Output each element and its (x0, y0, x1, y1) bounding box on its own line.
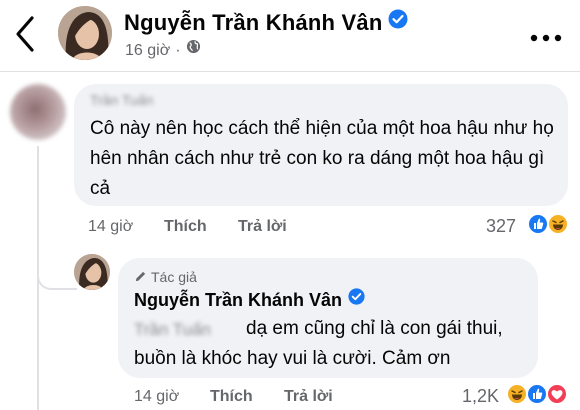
reply-author-avatar[interactable] (74, 254, 110, 290)
verified-badge-icon (388, 9, 408, 35)
separator-dot: · (175, 42, 181, 60)
like-reaction-icon[interactable] (527, 213, 549, 235)
comment-text: Cô này nên học cách thể hiện của một hoa… (90, 118, 554, 199)
reaction-count[interactable]: 327 (486, 216, 516, 237)
more-options-button[interactable] (530, 30, 562, 42)
avatar-photo (74, 254, 110, 290)
profile-avatar[interactable] (58, 6, 112, 60)
love-reaction-icon[interactable] (546, 383, 568, 405)
post-header: Nguyễn Trần Khánh Vân 16 giờ · (0, 0, 580, 72)
haha-reaction-icon[interactable] (547, 213, 569, 235)
verified-badge-icon (348, 288, 365, 310)
reply-actions: 14 giờ Thích Trả lời (134, 388, 333, 406)
comment-bubble: Trần Tuấn Cô này nên học cách thể hiện c… (74, 84, 568, 206)
reply-author-name[interactable]: Nguyễn Trần Khánh Vân (134, 288, 365, 312)
commenter-name-blurred[interactable]: Trần Tuấn (90, 92, 153, 108)
post-time[interactable]: 16 giờ (125, 42, 170, 59)
reply-author-label[interactable]: Nguyễn Trần Khánh Vân (134, 290, 342, 310)
page-title[interactable]: Nguyễn Trần Khánh Vân (124, 9, 408, 37)
thread-connector (37, 250, 77, 290)
author-badge-label: Tác giả (151, 269, 197, 285)
author-badge: Tác giả (134, 269, 197, 285)
like-button[interactable]: Thích (210, 388, 284, 406)
back-button[interactable] (12, 14, 40, 54)
like-button[interactable]: Thích (164, 218, 238, 236)
reply-button[interactable]: Trả lời (238, 218, 287, 236)
commenter-avatar[interactable] (10, 84, 66, 140)
reply-text: dạ em cũng chỉ là con gái thui, buồn là … (134, 318, 503, 369)
globe-icon (186, 39, 201, 59)
avatar-photo (58, 6, 112, 60)
like-reaction-icon[interactable] (526, 383, 548, 405)
chevron-left-icon (16, 16, 34, 52)
comment-actions: 14 giờ Thích Trả lời (88, 218, 287, 236)
pen-icon (135, 271, 146, 281)
reply-bubble: Tác giả Nguyễn Trần Khánh Vân Trần Tuấn … (118, 258, 538, 378)
reaction-count[interactable]: 1,2K (462, 386, 499, 407)
reply-time[interactable]: 14 giờ (134, 388, 210, 406)
more-dots-icon (530, 34, 562, 42)
haha-reaction-icon[interactable] (506, 383, 528, 405)
reply-button[interactable]: Trả lời (284, 388, 333, 406)
author-name[interactable]: Nguyễn Trần Khánh Vân (124, 10, 382, 35)
post-meta: 16 giờ · (125, 39, 201, 61)
comment-time[interactable]: 14 giờ (88, 218, 164, 236)
